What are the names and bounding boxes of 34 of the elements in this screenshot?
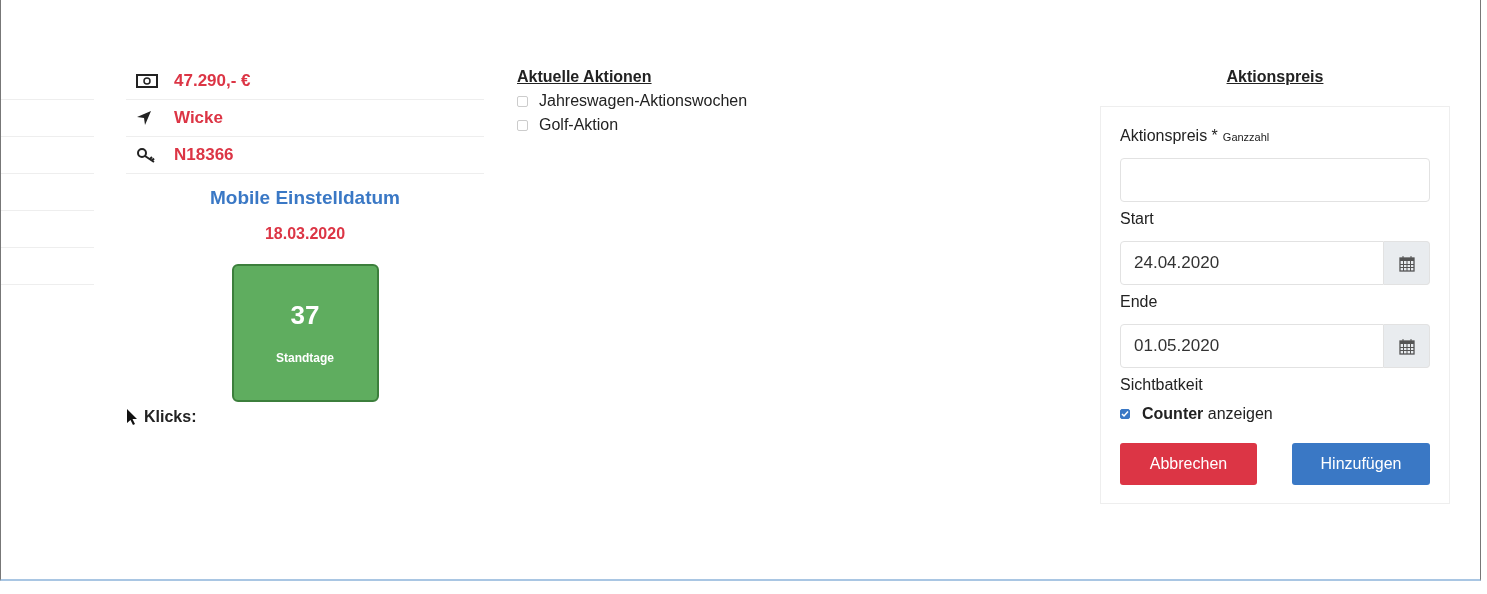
clicks-label: Klicks: <box>144 408 197 426</box>
checkbox[interactable] <box>517 95 528 107</box>
checkbox-label: Jahreswagen-Aktionswochen <box>539 92 748 110</box>
info-value: Wicke <box>174 108 223 128</box>
field-hint: Ganzzahl <box>1222 131 1270 143</box>
add-button[interactable]: Hinzufügen <box>1292 443 1430 485</box>
days-count: 37 <box>289 300 321 331</box>
field-label: Start <box>1120 210 1155 228</box>
field-label: Sichtbatkeit <box>1120 376 1204 394</box>
section-title: Aktionspreis <box>1225 68 1325 86</box>
cursor-icon <box>126 408 138 426</box>
calendar-icon <box>1398 337 1415 355</box>
calendar-icon <box>1398 254 1415 272</box>
checkbox-label: Counter anzeigen <box>1142 405 1273 423</box>
days-label: Standtage <box>275 351 335 365</box>
calendar-button[interactable] <box>1384 324 1430 368</box>
date-input[interactable]: 24.04.2020 <box>1120 241 1384 285</box>
calendar-button[interactable] <box>1384 241 1430 285</box>
checkbox-label: Golf-Aktion <box>539 116 619 134</box>
navigation-arrow-icon <box>136 110 152 126</box>
field-label: Aktionspreis * <box>1120 127 1218 144</box>
price-input[interactable] <box>1120 158 1430 202</box>
section-title: Aktuelle Aktionen <box>517 68 653 86</box>
money-icon <box>136 74 158 88</box>
info-value: 47.290,- € <box>174 71 251 91</box>
checkbox[interactable] <box>517 119 528 131</box>
key-icon <box>136 147 156 163</box>
info-value: N18366 <box>174 145 234 165</box>
date-input[interactable]: 01.05.2020 <box>1120 324 1384 368</box>
date-heading: Mobile Einstelldatum <box>209 187 401 209</box>
field-label: Ende <box>1120 293 1159 311</box>
cancel-button[interactable]: Abbrechen <box>1120 443 1257 485</box>
date-value: 18.03.2020 <box>263 225 347 243</box>
checkbox[interactable] <box>1120 409 1130 419</box>
